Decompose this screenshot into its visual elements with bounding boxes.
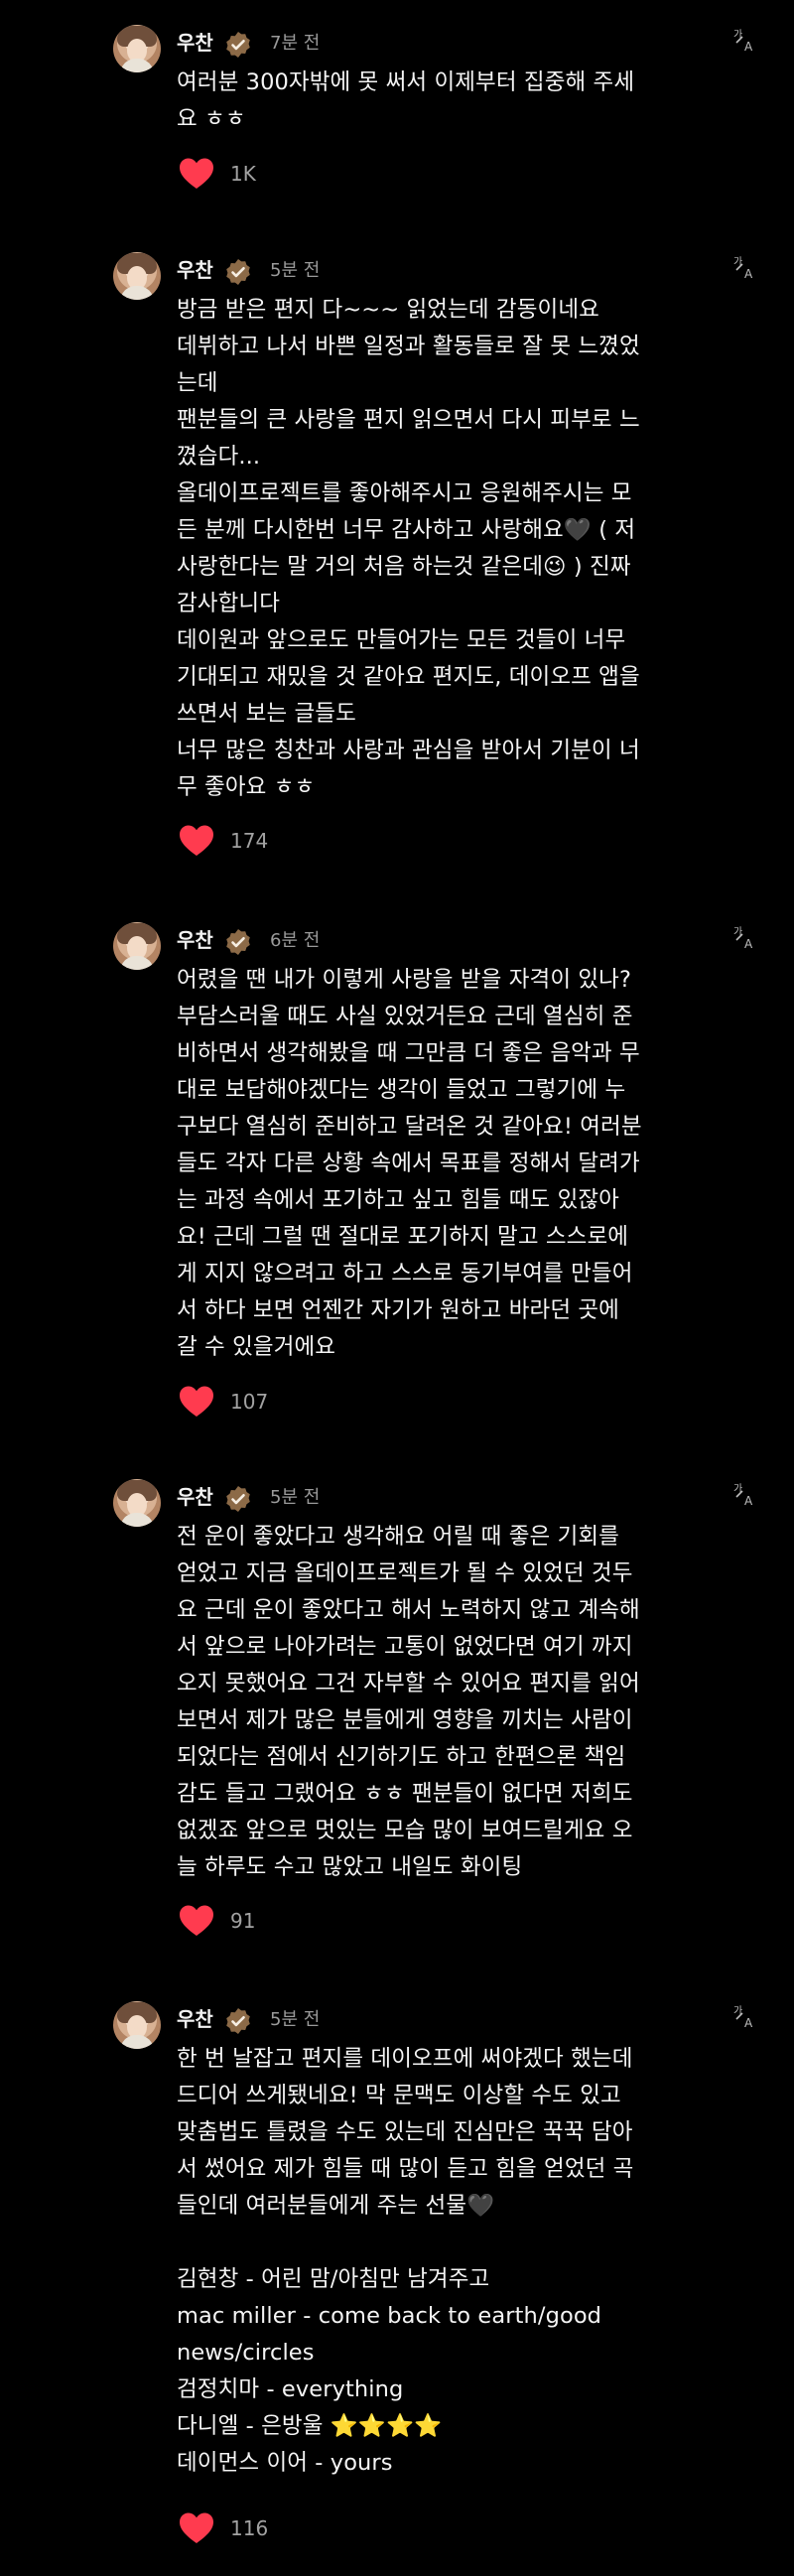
author-name[interactable]: 우찬	[177, 1485, 213, 1509]
like-count: 107	[230, 1390, 269, 1414]
verified-badge-icon	[226, 929, 250, 955]
heart-icon[interactable]	[177, 156, 216, 192]
comment-text: 방금 받은 편지 다~~~ 읽었는데 감동이네요 데뷔하고 나서 바쁜 일정과 …	[177, 297, 640, 800]
heart-icon[interactable]	[177, 1903, 216, 1939]
post-time: 5분 전	[270, 2009, 321, 2030]
author-name[interactable]: 우찬	[177, 31, 213, 55]
comment-text: 어렸을 땐 내가 이렇게 사랑을 받을 자격이 있나? 부담스러울 때도 사실 …	[177, 967, 642, 1360]
like-row[interactable]: 174	[177, 823, 316, 863]
avatar[interactable]	[113, 252, 161, 300]
translate-icon[interactable]: 가 A	[732, 2003, 758, 2029]
translate-icon[interactable]: 가 A	[732, 27, 758, 53]
svg-text:A: A	[744, 267, 753, 280]
avatar-shirt	[120, 2035, 154, 2049]
avatar[interactable]	[113, 25, 161, 72]
svg-text:A: A	[744, 937, 753, 950]
like-row[interactable]: 91	[177, 1903, 316, 1943]
svg-text:A: A	[744, 2016, 753, 2029]
comment-text: 한 번 날잡고 편지를 데이오프에 써야겠다 했는데 드디어 쓰게됐네요! 막 …	[177, 2046, 634, 2476]
heart-icon[interactable]	[177, 823, 216, 859]
avatar[interactable]	[113, 922, 161, 970]
like-count: 1K	[230, 162, 256, 186]
author-name[interactable]: 우찬	[177, 258, 213, 282]
post-time: 5분 전	[270, 260, 321, 281]
avatar-shirt	[120, 59, 154, 72]
svg-text:A: A	[744, 1494, 753, 1507]
avatar-shirt	[120, 286, 154, 300]
like-row[interactable]: 116	[177, 2510, 316, 2550]
author-name[interactable]: 우찬	[177, 928, 213, 952]
verified-badge-icon	[226, 1486, 250, 1512]
translate-icon[interactable]: 가 A	[732, 1481, 758, 1507]
translate-icon[interactable]: 가 A	[732, 924, 758, 950]
like-count: 116	[230, 2516, 269, 2540]
avatar[interactable]	[113, 2001, 161, 2049]
comment-text: 전 운이 좋았다고 생각해요 어릴 때 좋은 기회를 얻었고 지금 올데이프로젝…	[177, 1524, 640, 1880]
avatar[interactable]	[113, 1479, 161, 1527]
post-time: 7분 전	[270, 33, 321, 54]
svg-text:A: A	[744, 40, 753, 53]
avatar-shirt	[120, 1513, 154, 1527]
comment-text: 여러분 300자밖에 못 써서 이제부터 집중해 주세 요 ㅎㅎ	[177, 69, 635, 132]
author-name[interactable]: 우찬	[177, 2007, 213, 2031]
heart-icon[interactable]	[177, 2510, 216, 2546]
heart-icon[interactable]	[177, 1384, 216, 1420]
post-time: 6분 전	[270, 930, 321, 951]
verified-badge-icon	[226, 259, 250, 285]
like-count: 91	[230, 1909, 256, 1933]
post-time: 5분 전	[270, 1487, 321, 1508]
like-row[interactable]: 1K	[177, 156, 316, 196]
translate-icon[interactable]: 가 A	[732, 254, 758, 280]
verified-badge-icon	[226, 2008, 250, 2034]
avatar-shirt	[120, 956, 154, 970]
like-count: 174	[230, 829, 269, 853]
like-row[interactable]: 107	[177, 1384, 316, 1424]
verified-badge-icon	[226, 32, 250, 58]
